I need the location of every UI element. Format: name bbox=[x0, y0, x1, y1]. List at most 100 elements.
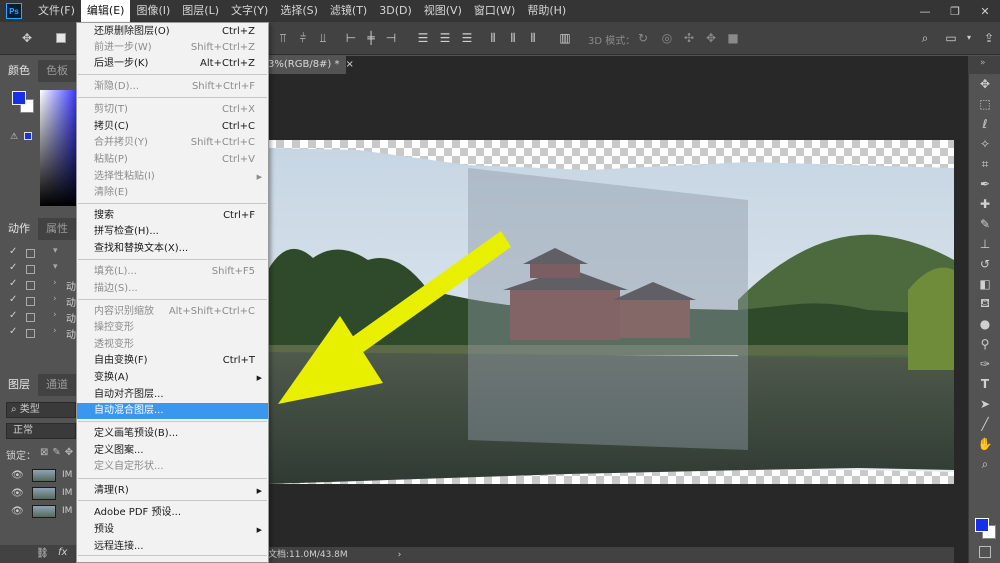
edit-menu-item[interactable]: 粘贴(P) Ctrl+V bbox=[77, 152, 268, 168]
menu-5[interactable]: 选择(S) bbox=[274, 0, 324, 22]
websafe-swatch[interactable] bbox=[24, 132, 32, 140]
blur-icon[interactable]: ● bbox=[969, 314, 1000, 334]
edit-menu-item[interactable]: 合并拷贝(Y) Shift+Ctrl+C bbox=[77, 135, 268, 151]
type-icon[interactable]: T bbox=[969, 374, 1000, 394]
distribute-left-icon[interactable]: ⫴ bbox=[486, 31, 500, 45]
edit-menu-item[interactable]: 定义自定形状... bbox=[77, 459, 268, 475]
expand-icon[interactable]: › bbox=[53, 310, 57, 320]
quick-mask-icon[interactable] bbox=[979, 546, 991, 558]
eye-icon[interactable]: 👁 bbox=[11, 470, 24, 481]
blend-mode-select[interactable]: 正常 bbox=[6, 423, 76, 439]
tab-color[interactable]: 颜色 bbox=[0, 60, 38, 82]
action-dialog-toggle[interactable] bbox=[26, 297, 35, 306]
link-icon[interactable]: ⛓ bbox=[36, 548, 49, 559]
color-field[interactable] bbox=[40, 90, 76, 206]
align-bottom-icon[interactable]: ⫫ bbox=[316, 31, 330, 45]
align-right-icon[interactable]: ⊣ bbox=[384, 31, 398, 45]
3d-pan-icon[interactable]: ✣ bbox=[682, 31, 696, 45]
menu-3[interactable]: 图层(L) bbox=[176, 0, 225, 22]
3d-orbit-icon[interactable]: ↻ bbox=[636, 31, 650, 45]
expand-icon[interactable]: ▾ bbox=[53, 246, 58, 256]
tab-actions[interactable]: 动作 bbox=[0, 218, 38, 240]
action-check-icon[interactable]: ✓ bbox=[9, 246, 17, 257]
expand-icon[interactable]: › bbox=[53, 294, 57, 304]
action-dialog-toggle[interactable] bbox=[26, 313, 35, 322]
path-select-icon[interactable]: ➤ bbox=[969, 394, 1000, 414]
menu-6[interactable]: 滤镜(T) bbox=[324, 0, 373, 22]
eyedropper-icon[interactable]: ✒ bbox=[969, 174, 1000, 194]
layer-row[interactable]: 👁 IM bbox=[0, 485, 76, 503]
dodge-icon[interactable]: ⚲ bbox=[969, 334, 1000, 354]
paint-bucket-icon[interactable]: ⛾ bbox=[969, 294, 1000, 314]
edit-menu-item[interactable]: 自动对齐图层... bbox=[77, 387, 268, 403]
edit-menu-item[interactable]: 拷贝(C) Ctrl+C bbox=[77, 119, 268, 135]
action-check-icon[interactable]: ✓ bbox=[9, 262, 17, 273]
align-vcenter-icon[interactable]: ⫩ bbox=[296, 31, 310, 45]
tab-channels[interactable]: 通道 bbox=[38, 374, 76, 396]
edit-menu-item[interactable]: 内容识别缩放 Alt+Shift+Ctrl+C bbox=[77, 304, 268, 320]
action-dialog-toggle[interactable] bbox=[26, 329, 35, 338]
search-icon[interactable]: ⌕ bbox=[918, 31, 932, 45]
brush-icon[interactable]: ✎ bbox=[969, 214, 1000, 234]
stamp-icon[interactable]: ⊥ bbox=[969, 234, 1000, 254]
align-top-icon[interactable]: ⫪ bbox=[276, 31, 290, 45]
menu-10[interactable]: 帮助(H) bbox=[521, 0, 572, 22]
action-row[interactable]: ✓ › 动 bbox=[0, 294, 76, 310]
action-dialog-toggle[interactable] bbox=[26, 281, 35, 290]
action-row[interactable]: ✓ › 动 bbox=[0, 326, 76, 342]
edit-menu-item[interactable]: 自动混合图层... bbox=[77, 403, 268, 419]
action-check-icon[interactable]: ✓ bbox=[9, 278, 17, 289]
magic-wand-icon[interactable]: ✧ bbox=[969, 134, 1000, 154]
edit-menu-item[interactable]: 搜索 Ctrl+F bbox=[77, 208, 268, 224]
menu-9[interactable]: 窗口(W) bbox=[468, 0, 521, 22]
distribute-bottom-icon[interactable]: ☰ bbox=[460, 31, 474, 45]
edit-menu-item[interactable]: 变换(A) ▶ bbox=[77, 370, 268, 386]
share-icon[interactable]: ⇪ bbox=[982, 31, 996, 45]
action-dialog-toggle[interactable] bbox=[26, 249, 35, 258]
line-icon[interactable]: ╱ bbox=[969, 414, 1000, 434]
edit-menu-item[interactable]: Adobe PDF 预设... bbox=[77, 505, 268, 521]
pen-icon[interactable]: ✑ bbox=[969, 354, 1000, 374]
eye-icon[interactable]: 👁 bbox=[11, 506, 24, 517]
menu-0[interactable]: 文件(F) bbox=[32, 0, 81, 22]
3d-roll-icon[interactable]: ◎ bbox=[660, 31, 674, 45]
layer-row[interactable]: 👁 IM bbox=[0, 503, 76, 521]
action-check-icon[interactable]: ✓ bbox=[9, 310, 17, 321]
menu-4[interactable]: 文字(Y) bbox=[225, 0, 274, 22]
tab-properties[interactable]: 属性 bbox=[38, 218, 76, 240]
auto-align-icon[interactable]: ▥ bbox=[558, 31, 572, 45]
distribute-hcenter-icon[interactable]: ⫴ bbox=[506, 31, 520, 45]
edit-menu-item[interactable]: 还原删除图层(O) Ctrl+Z bbox=[77, 24, 268, 40]
action-check-icon[interactable]: ✓ bbox=[9, 326, 17, 337]
tab-layers[interactable]: 图层 bbox=[0, 374, 38, 396]
collapse-icon[interactable]: » bbox=[980, 58, 986, 68]
marquee-icon[interactable]: ⬚ bbox=[969, 94, 1000, 114]
lasso-icon[interactable]: ℓ bbox=[969, 114, 1000, 134]
tab-swatches[interactable]: 色板 bbox=[38, 60, 76, 82]
action-dialog-toggle[interactable] bbox=[26, 265, 35, 274]
hand-icon[interactable]: ✋ bbox=[969, 434, 1000, 454]
edit-menu-item[interactable]: 清除(E) bbox=[77, 185, 268, 201]
healing-icon[interactable]: ✚ bbox=[969, 194, 1000, 214]
align-hcenter-icon[interactable]: ╪ bbox=[364, 31, 378, 45]
expand-icon[interactable]: ▾ bbox=[53, 262, 58, 272]
edit-menu-item[interactable]: 选择性粘贴(I) ▶ bbox=[77, 169, 268, 185]
document-tab[interactable]: 3%(RGB/8#) * × bbox=[268, 56, 354, 74]
distribute-right-icon[interactable]: ⫴ bbox=[526, 31, 540, 45]
eye-icon[interactable]: 👁 bbox=[11, 488, 24, 499]
menu-7[interactable]: 3D(D) bbox=[373, 0, 418, 22]
edit-menu-item[interactable]: 定义图案... bbox=[77, 443, 268, 459]
3d-slide-icon[interactable]: ✥ bbox=[704, 31, 718, 45]
edit-menu-item[interactable]: 后退一步(K) Alt+Ctrl+Z bbox=[77, 56, 268, 72]
action-row[interactable]: ✓ ▾ bbox=[0, 262, 76, 278]
status-arrow-icon[interactable]: › bbox=[398, 550, 402, 560]
foreground-color-swatch[interactable] bbox=[12, 91, 26, 105]
close-icon[interactable]: × bbox=[346, 59, 354, 70]
history-brush-icon[interactable]: ↺ bbox=[969, 254, 1000, 274]
edit-menu-item[interactable]: 渐隐(D)... Shift+Ctrl+F bbox=[77, 79, 268, 95]
edit-menu-item[interactable]: 查找和替换文本(X)... bbox=[77, 241, 268, 257]
action-row[interactable]: ✓ › 动 bbox=[0, 278, 76, 294]
edit-menu-item[interactable]: 填充(L)... Shift+F5 bbox=[77, 264, 268, 280]
edit-menu-item[interactable]: 远程连接... bbox=[77, 539, 268, 555]
edit-menu-item[interactable]: 透视变形 bbox=[77, 337, 268, 353]
